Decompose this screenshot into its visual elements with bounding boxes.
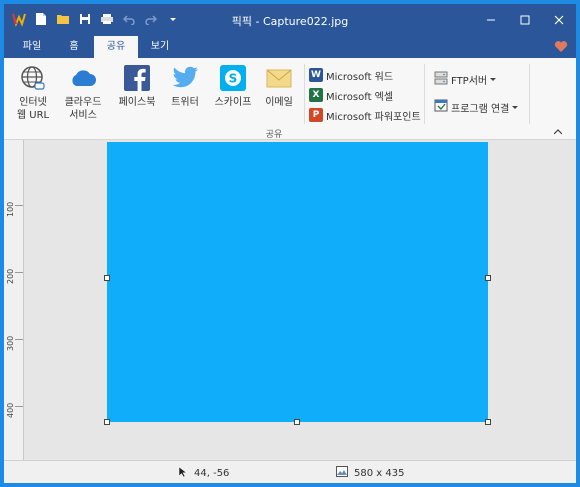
facebook-label: 페이스북 [118, 97, 156, 108]
ms-word-label: Microsoft 워드 [326, 71, 394, 83]
image-size: 580 x 435 [336, 466, 404, 480]
excel-icon: X [309, 88, 323, 102]
twitter-button[interactable]: 트위터 [160, 64, 210, 109]
collapse-ribbon-icon[interactable] [553, 128, 563, 139]
resize-handle-bottom-left[interactable] [104, 419, 110, 425]
open-with-program-button[interactable]: 프로그램 연결 [434, 98, 519, 116]
skype-icon: S [218, 64, 248, 92]
vertical-ruler: 100 200 300 400 [4, 140, 24, 460]
chevron-down-icon [512, 102, 519, 113]
tab-home[interactable]: 홈 [56, 36, 92, 58]
share-group-label: 공유 [265, 130, 283, 140]
cursor-coords: 44, -56 [194, 468, 230, 479]
email-icon [264, 64, 294, 92]
facebook-icon [122, 64, 152, 92]
ribbon-separator [304, 64, 305, 124]
skype-button[interactable]: S 스카이프 [208, 64, 258, 109]
ruler-tick [15, 272, 23, 273]
resize-handle-left[interactable] [104, 275, 110, 281]
app-window: 픽픽 - Capture022.jpg 파일 홈 공유 보기 인터넷 웹 URL… [0, 0, 580, 487]
ms-word-button[interactable]: W Microsoft 워드 [309, 66, 393, 84]
ruler-label: 300 [6, 335, 15, 351]
image-size-value: 580 x 435 [354, 467, 405, 479]
tab-view[interactable]: 보기 [140, 36, 180, 58]
cloud-service-button[interactable]: 클라우드서비스 [58, 64, 108, 122]
ribbon-share: 인터넷 웹 URL 클라우드 서비스 페이스북 트위터 S 스카이프 이메일 W… [4, 58, 576, 140]
web-url-label-1: 인터넷 [19, 97, 47, 108]
canvas-area[interactable]: 100 200 300 400 [4, 140, 576, 460]
ruler-tick [15, 339, 23, 340]
facebook-button[interactable]: 페이스북 [112, 64, 162, 109]
close-button[interactable] [542, 4, 576, 36]
powerpoint-icon: P [309, 108, 323, 122]
image-size-icon [336, 466, 348, 480]
ms-powerpoint-label: Microsoft 파워포인트 [326, 111, 421, 123]
ribbon-separator [529, 64, 530, 124]
minimize-button[interactable] [474, 4, 508, 36]
ftp-server-label: FTP서버 [451, 75, 488, 87]
status-bar: 44, -56 580 x 435 [4, 460, 576, 483]
cloud-label-1: 클라우드 [64, 97, 102, 108]
ribbon-tabs: 파일 홈 공유 보기 [4, 36, 576, 58]
title-bar: 픽픽 - Capture022.jpg [4, 4, 576, 36]
tab-share[interactable]: 공유 [94, 36, 138, 58]
twitter-label: 트위터 [171, 97, 199, 108]
resize-handle-bottom-right[interactable] [485, 419, 491, 425]
ruler-tick [15, 205, 23, 206]
open-with-program-label: 프로그램 연결 [451, 103, 510, 115]
heart-icon[interactable] [554, 40, 568, 56]
resize-handle-right[interactable] [485, 275, 491, 281]
twitter-icon [170, 64, 200, 92]
window-controls [474, 4, 576, 36]
skype-label: 스카이프 [214, 97, 252, 108]
globe-icon [18, 64, 48, 92]
ms-powerpoint-button[interactable]: P Microsoft 파워포인트 [309, 106, 421, 124]
cursor-position: 44, -56 [178, 466, 229, 481]
web-url-label-2: 웹 URL [16, 110, 50, 121]
resize-handle-bottom[interactable] [294, 419, 300, 425]
ftp-server-button[interactable]: FTP서버 [434, 70, 497, 88]
cloud-label-2: 서비스 [69, 110, 97, 121]
email-button[interactable]: 이메일 [254, 64, 304, 109]
ribbon-separator [424, 64, 425, 124]
ms-excel-label: Microsoft 엑셀 [326, 91, 394, 103]
ruler-tick [15, 406, 23, 407]
ruler-label: 200 [6, 268, 15, 284]
web-url-button[interactable]: 인터넷웹 URL [8, 64, 58, 122]
ruler-label: 100 [6, 201, 15, 217]
cursor-icon [178, 466, 188, 481]
ms-excel-button[interactable]: X Microsoft 엑셀 [309, 86, 393, 104]
ruler-label: 400 [6, 402, 15, 418]
program-icon [434, 99, 448, 115]
ftp-icon [434, 71, 448, 88]
maximize-button[interactable] [508, 4, 542, 36]
chevron-down-icon [490, 74, 497, 85]
tab-file[interactable]: 파일 [10, 36, 54, 58]
svg-text:S: S [229, 72, 238, 86]
captured-image[interactable] [107, 142, 488, 422]
word-icon: W [309, 68, 323, 82]
cloud-icon [68, 64, 98, 92]
email-label: 이메일 [265, 97, 293, 108]
